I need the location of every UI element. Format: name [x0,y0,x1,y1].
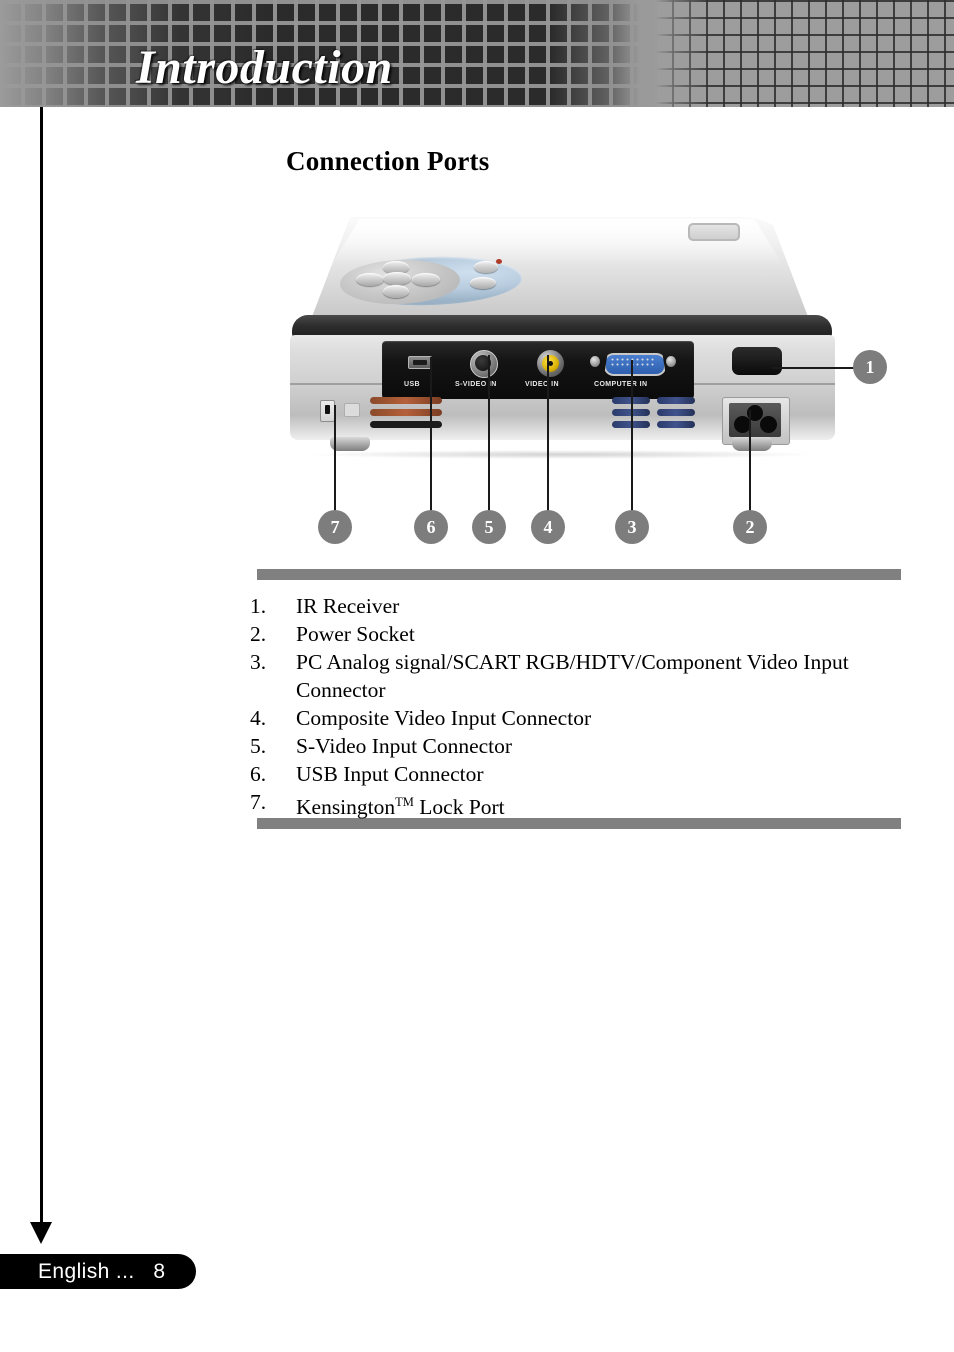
projector-drop-shadow [312,450,812,459]
projector-figure: USB S-VIDEO IN VIDEO IN COMPUTER IN 1 2 … [260,205,950,545]
projector-button-power [474,261,498,273]
leader-line-7 [334,405,336,515]
list-item-label: USB Input Connector [296,762,484,786]
kensington-lock-marking-icon [344,403,360,417]
list-item: 3. PC Analog signal/SCART RGB/HDTV/Compo… [249,648,919,704]
projector-foot-left [330,437,370,451]
panel-label-usb: USB [404,381,420,388]
callout-bubble-3: 3 [615,510,649,544]
composite-video-port-icon [537,350,564,377]
header-mesh-fade [655,0,954,107]
list-item: 5. S-Video Input Connector [249,732,919,760]
callout-bubble-4: 4 [531,510,565,544]
vent-right-1b [657,397,695,404]
list-item-label: Power Socket [296,622,415,646]
trademark-superscript: TM [395,795,414,809]
leader-line-5 [488,355,490,515]
panel-label-video: VIDEO IN [525,381,559,388]
projector-button-down [383,285,409,298]
left-margin-arrowhead-icon [30,1222,52,1244]
list-item-number: 6. [250,762,267,786]
list-item-label: IR Receiver [296,594,400,618]
projector-power-led-icon [496,259,502,264]
list-item-label-tail: Lock Port [413,794,505,819]
footer-page-label: English ... 8 [38,1260,166,1283]
vent-right-2b [657,409,695,416]
leader-line-2 [749,410,751,515]
ir-receiver-window [732,347,782,375]
callout-bubble-6: 6 [414,510,448,544]
page-title: Connection Ports [286,146,490,176]
list-item-number: 3. [250,650,267,674]
leader-line-3 [631,360,633,515]
leader-line-4 [547,355,549,515]
list-item: 1. IR Receiver [249,592,919,620]
vent-right-3b [657,421,695,428]
projector-foot-right [732,437,772,451]
list-item-number: 7. [250,790,267,814]
list-item: 6. USB Input Connector [249,760,919,788]
projector-illustration: USB S-VIDEO IN VIDEO IN COMPUTER IN [282,215,842,465]
vga-screw-right-icon [666,356,676,367]
projector-button-right [412,273,440,286]
projector-button-menu [470,277,496,289]
vga-pins-icon [610,357,656,368]
panel-label-computer: COMPUTER IN [594,381,648,388]
list-item-label: Composite Video Input Connector [296,706,592,730]
panel-label-svideo: S-VIDEO IN [455,381,497,388]
leader-line-6 [430,357,432,515]
connection-port-list: 1. IR Receiver 2. Power Socket 3. PC Ana… [249,592,919,821]
list-item-label: KensingtonTM Lock Port [296,788,919,821]
usb-port-icon [408,356,432,369]
list-item-number: 5. [250,734,267,758]
list-item: 4. Composite Video Input Connector [249,704,919,732]
projector-button-enter [383,272,411,285]
projector-lens-cover-notch [688,223,740,241]
list-item: 2. Power Socket [249,620,919,648]
list-item-label: PC Analog signal/SCART RGB/HDTV/Componen… [296,650,849,702]
projector-connector-panel: USB S-VIDEO IN VIDEO IN COMPUTER IN [382,341,694,399]
list-item: 7. KensingtonTM Lock Port [249,788,919,821]
list-item-label-main: Kensington [296,794,396,819]
power-socket-pin-right [760,416,777,433]
callout-bubble-5: 5 [472,510,506,544]
list-item-label: S-Video Input Connector [296,734,513,758]
leader-line-1 [772,367,858,369]
callout-bubble-2: 2 [733,510,767,544]
list-item-number: 2. [250,622,267,646]
vga-screw-left-icon [590,356,600,367]
list-item-number: 4. [250,706,267,730]
divider-rule-top [257,569,901,580]
left-margin-rule [40,107,43,1227]
kensington-lock-slot-icon [320,400,335,422]
callout-bubble-1: 1 [853,350,887,384]
chapter-title: Introduction [136,41,393,94]
svideo-port-icon [470,350,498,378]
projector-button-left [356,273,384,286]
chapter-header-banner: Introduction [0,0,954,107]
list-item-number: 1. [250,594,267,618]
callout-bubble-7: 7 [318,510,352,544]
